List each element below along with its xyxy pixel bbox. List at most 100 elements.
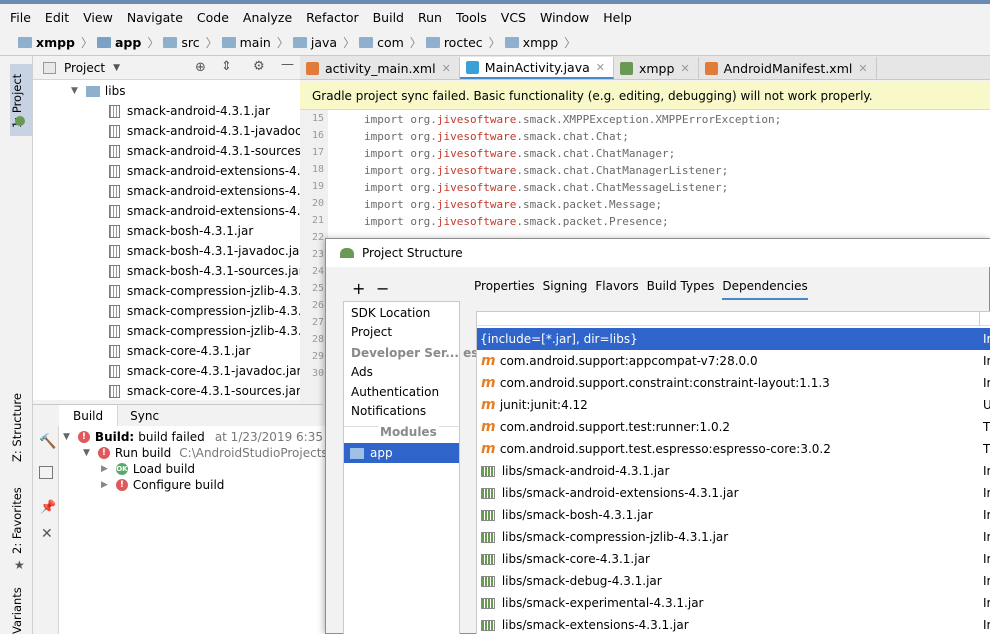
jar-file-icon [109, 364, 120, 378]
dependency-row[interactable]: libs/smack-debug-4.3.1.jar Ir [477, 570, 990, 592]
sidebar-item-ads[interactable]: Ads [351, 365, 373, 379]
tab-sync[interactable]: Sync [118, 409, 171, 423]
breadcrumb-item[interactable]: xmpp 〉 [504, 34, 576, 51]
configure-build-row[interactable]: ▶ ! Configure build [101, 475, 224, 495]
close-icon[interactable]: ✕ [680, 62, 689, 75]
breadcrumb-item[interactable]: src 〉 [163, 34, 218, 51]
pin-icon[interactable]: 📌 [40, 500, 56, 515]
folder-icon [85, 85, 100, 97]
sidebar-item-module-app[interactable]: app [344, 443, 459, 463]
menu-item-code[interactable]: Code [197, 10, 229, 25]
menu-item-window[interactable]: Window [540, 10, 589, 25]
editor-tab[interactable]: MainActivity.java ✕ [459, 57, 614, 79]
hammer-icon[interactable]: 🔨 [39, 434, 56, 450]
project-panel-title[interactable]: Project [64, 61, 105, 75]
tree-file-jar[interactable]: smack-bosh-4.3.1-sources.jar [109, 261, 300, 281]
toggle-view-icon[interactable] [39, 466, 53, 479]
load-build-label: Load build [132, 462, 196, 476]
menu-item-run[interactable]: Run [418, 10, 442, 25]
tree-file-jar[interactable]: smack-bosh-4.3.1-javadoc.jar [109, 241, 300, 261]
menu-item-file[interactable]: File [10, 10, 31, 25]
collapse-arrow-icon[interactable]: ▶ [101, 480, 108, 490]
menu-item-analyze[interactable]: Analyze [243, 10, 292, 25]
breadcrumb-item[interactable]: main 〉 [221, 34, 289, 51]
menu-item-navigate[interactable]: Navigate [127, 10, 183, 25]
tree-file-jar[interactable]: smack-android-extensions-4.3.1-s [109, 201, 300, 221]
menu-item-build[interactable]: Build [373, 10, 404, 25]
tree-file-jar[interactable]: smack-core-4.3.1-javadoc.jar [109, 361, 300, 381]
close-icon[interactable]: ✕ [41, 526, 53, 542]
tree-file-jar[interactable]: smack-android-4.3.1-javadoc.jar [109, 121, 300, 141]
tree-file-jar[interactable]: smack-android-4.3.1.jar [109, 101, 270, 121]
dependency-row[interactable]: m com.android.support.constraint:constrai… [477, 372, 990, 394]
locate-icon[interactable]: ⊕ [195, 60, 206, 75]
tree-file-jar[interactable]: smack-core-4.3.1-sources.jar [109, 381, 300, 400]
breadcrumb-item[interactable]: java 〉 [292, 34, 355, 51]
tab-flavors[interactable]: Flavors [595, 279, 638, 300]
sidebar-item-authentication[interactable]: Authentication [351, 385, 439, 399]
dependency-row[interactable]: libs/smack-compression-jzlib-4.3.1.jar Ir [477, 526, 990, 548]
tool-tab-structure[interactable]: Z: Structure [10, 393, 24, 462]
tree-file-jar[interactable]: smack-compression-jzlib-4.3.1.jar [109, 281, 300, 301]
close-icon[interactable]: ✕ [442, 62, 451, 75]
tool-tab-favorites[interactable]: 2: Favorites [10, 487, 24, 554]
tree-file-jar[interactable]: smack-compression-jzlib-4.3.1-so [109, 321, 300, 341]
collapse-icon[interactable]: ⇕ [221, 59, 232, 74]
line-number: 18 [311, 164, 324, 175]
remove-button[interactable]: − [376, 279, 389, 298]
breadcrumb-item[interactable]: com 〉 [359, 34, 422, 51]
menu-item-help[interactable]: Help [603, 10, 632, 25]
close-icon[interactable]: ✕ [858, 62, 867, 75]
dependency-row[interactable]: libs/smack-experimental-4.3.1.jar Ir [477, 592, 990, 614]
tree-file-jar[interactable]: smack-bosh-4.3.1.jar [109, 221, 253, 241]
tab-dependencies[interactable]: Dependencies [722, 279, 808, 300]
tree-file-jar[interactable]: smack-android-4.3.1-sources.jar [109, 141, 300, 161]
dependency-row[interactable]: m com.android.support.test:runner:1.0.2 T [477, 416, 990, 438]
breadcrumb-item[interactable]: roctec 〉 [425, 34, 501, 51]
sidebar-item-notifications[interactable]: Notifications [351, 404, 426, 418]
dependency-row[interactable]: libs/smack-android-4.3.1.jar Ir [477, 460, 990, 482]
menu-item-refactor[interactable]: Refactor [306, 10, 358, 25]
code-package: jivesoftware [436, 113, 517, 126]
editor-tab[interactable]: xmpp ✕ [613, 57, 699, 79]
tree-file-jar[interactable]: smack-android-extensions-4.3.1.j [109, 161, 300, 181]
tree-file-jar[interactable]: smack-core-4.3.1.jar [109, 341, 250, 361]
editor-tab[interactable]: AndroidManifest.xml ✕ [698, 57, 877, 79]
expand-arrow-icon[interactable]: ▼ [63, 432, 70, 442]
dependency-row[interactable]: mjunit:junit:4.12 U [477, 394, 990, 416]
dependency-row[interactable]: libs/smack-extensions-4.3.1.jar Ir [477, 614, 990, 634]
menu-item-edit[interactable]: Edit [45, 10, 69, 25]
tool-tab-variants[interactable]: Variants [10, 587, 24, 634]
tree-folder-libs[interactable]: ▼ libs [71, 81, 125, 101]
close-icon[interactable]: ✕ [596, 61, 605, 74]
tree-file-jar[interactable]: smack-compression-jzlib-4.3.1-ja [109, 301, 300, 321]
dependency-row[interactable]: libs/smack-bosh-4.3.1.jar Ir [477, 504, 990, 526]
dependency-row[interactable]: {include=[*.jar], dir=libs} Ir [477, 328, 990, 350]
tree-file-jar[interactable]: smack-android-extensions-4.3.1-j [109, 181, 300, 201]
chevron-right-icon: 〉 [147, 36, 160, 50]
gear-icon[interactable]: ⚙ [253, 59, 265, 74]
breadcrumb-item[interactable]: xmpp 〉 [18, 34, 93, 51]
chevron-down-icon[interactable]: ▼ [113, 63, 120, 73]
menu-item-vcs[interactable]: VCS [501, 10, 526, 25]
collapse-arrow-icon[interactable]: ▶ [101, 464, 108, 474]
dependency-row[interactable]: m com.android.support.test.espresso:espre… [477, 438, 990, 460]
tab-build-types[interactable]: Build Types [647, 279, 715, 300]
dependency-row[interactable]: libs/smack-android-extensions-4.3.1.jar I… [477, 482, 990, 504]
menu-item-view[interactable]: View [83, 10, 113, 25]
code-import-keyword: import org. [364, 130, 437, 143]
expand-arrow-icon[interactable]: ▼ [71, 86, 78, 96]
menu-item-tools[interactable]: Tools [456, 10, 487, 25]
tab-signing[interactable]: Signing [543, 279, 588, 300]
dependency-row[interactable]: m com.android.support:appcompat-v7:28.0.0… [477, 350, 990, 372]
dependency-row[interactable]: libs/smack-core-4.3.1.jar Ir [477, 548, 990, 570]
expand-arrow-icon[interactable]: ▼ [83, 448, 90, 458]
add-button[interactable]: + [352, 279, 365, 298]
sidebar-item-sdk-location[interactable]: SDK Location [351, 306, 430, 320]
breadcrumb-item[interactable]: app 〉 [97, 34, 159, 51]
hide-icon[interactable]: — [281, 57, 294, 72]
tab-build[interactable]: Build [59, 404, 119, 427]
sidebar-item-project[interactable]: Project [351, 325, 392, 339]
editor-tab[interactable]: activity_main.xml ✕ [300, 57, 460, 79]
tab-properties[interactable]: Properties [474, 279, 535, 300]
